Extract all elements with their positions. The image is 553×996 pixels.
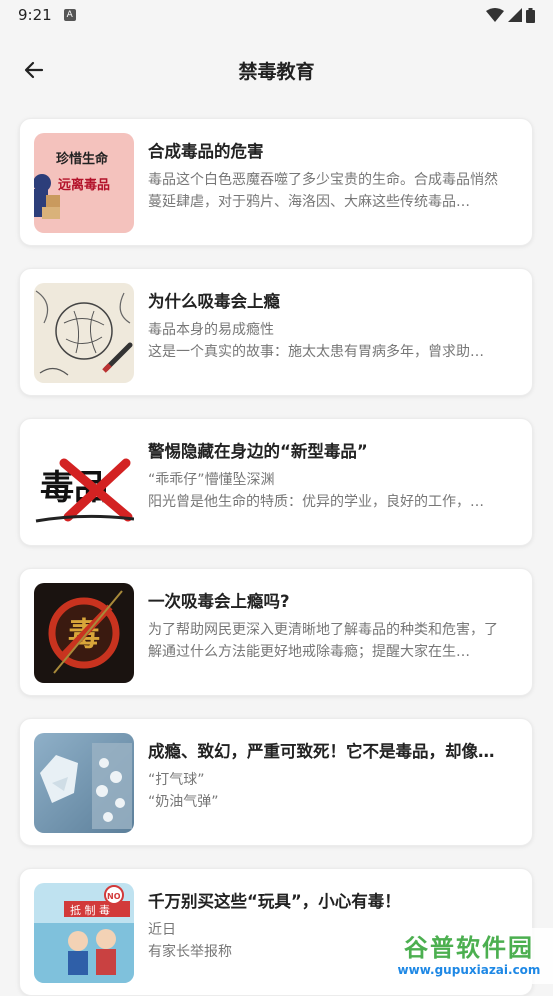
- article-desc: 这是一个真实的故事：施太太患有胃病多年，曾求助…: [148, 344, 484, 360]
- article-subtitle: “乖乖仔”懵懂坠深渊: [148, 472, 275, 488]
- article-card[interactable]: 为什么吸毒会上瘾 毒品本身的易成瘾性 这是一个真实的故事：施太太患有胃病多年，曾…: [19, 268, 533, 396]
- cartoon-image: 抵 制 毒 NO: [34, 883, 134, 983]
- card-text: 合成毒品的危害 毒品这个白色恶魔吞噬了多少宝贵的生命。合成毒品悄然蔓延肆虐，对于…: [148, 141, 503, 213]
- article-title: 一次吸毒会上瘾吗?: [148, 592, 290, 611]
- poster-sign-text: 抵 制 毒: [70, 903, 110, 917]
- article-thumbnail: 抵 制 毒 NO: [34, 883, 134, 983]
- article-title: 为什么吸毒会上瘾: [148, 292, 280, 311]
- poster-text-2: 远离毒品: [58, 177, 110, 193]
- no-drugs-image: 毒品: [34, 433, 134, 533]
- article-title: 千万别买这些“玩具”，小心有毒！: [148, 892, 401, 911]
- article-thumbnail: 珍惜生命 远离毒品: [34, 133, 134, 233]
- arrow-left-icon: [24, 61, 44, 79]
- article-thumbnail: 毒: [34, 583, 134, 683]
- wifi-icon: [486, 8, 504, 22]
- article-thumbnail: [34, 733, 134, 833]
- article-card[interactable]: 毒 一次吸毒会上瘾吗? 为了帮助网民更深入更清晰地了解毒品的种类和危害，了解通过…: [19, 568, 533, 696]
- card-text: 一次吸毒会上瘾吗? 为了帮助网民更深入更清晰地了解毒品的种类和危害，了解通过什么…: [148, 591, 503, 663]
- article-desc: 阳光曾是他生命的特质：优异的学业，良好的工作，…: [148, 494, 484, 510]
- battery-icon: [526, 7, 535, 23]
- drug-symbol-image: 毒: [34, 583, 134, 683]
- site-watermark: 谷普软件园 www.gupuxiazai.com: [385, 928, 553, 984]
- crystals-image: [34, 733, 134, 833]
- back-button[interactable]: [16, 52, 52, 88]
- article-subtitle: 毒品本身的易成瘾性: [148, 322, 274, 338]
- sketch-image: [34, 283, 134, 383]
- article-title: 警惕隐藏在身边的“新型毒品”: [148, 442, 368, 461]
- article-card[interactable]: 珍惜生命 远离毒品 合成毒品的危害 毒品这个白色恶魔吞噬了多少宝贵的生命。合成毒…: [19, 118, 533, 246]
- article-subtitle: “打气球”: [148, 772, 205, 788]
- no-badge-text: NO: [107, 892, 121, 901]
- article-desc: 为了帮助网民更深入更清晰地了解毒品的种类和危害，了解通过什么方法能更好地戒除毒瘾…: [148, 622, 498, 660]
- article-title: 合成毒品的危害: [148, 142, 264, 161]
- signal-icon: [508, 8, 522, 22]
- status-time: 9:21: [18, 6, 52, 24]
- article-title: 成瘾、致幻，严重可致死！它不是毒品，却像…: [148, 742, 495, 761]
- status-bar: 9:21 A: [0, 0, 553, 30]
- article-thumbnail: 毒品: [34, 433, 134, 533]
- page-title: 禁毒教育: [238, 60, 315, 83]
- notification-icon: A: [63, 9, 76, 21]
- article-desc: 毒品这个白色恶魔吞噬了多少宝贵的生命。合成毒品悄然蔓延肆虐，对于鸦片、海洛因、大…: [148, 172, 498, 210]
- article-card[interactable]: 成瘾、致幻，严重可致死！它不是毒品，却像… “打气球” “奶油气弹”: [19, 718, 533, 846]
- article-desc: “奶油气弹”: [148, 794, 219, 810]
- card-text: 成瘾、致幻，严重可致死！它不是毒品，却像… “打气球” “奶油气弹”: [148, 741, 503, 813]
- status-left: 9:21 A: [18, 6, 76, 24]
- poster-image: 珍惜生命 远离毒品: [34, 133, 134, 233]
- article-card[interactable]: 毒品 警惕隐藏在身边的“新型毒品” “乖乖仔”懵懂坠深渊 阳光曾是他生命的特质：…: [19, 418, 533, 546]
- watermark-url: www.gupuxiazai.com: [397, 963, 541, 977]
- app-bar: 禁毒教育: [0, 40, 553, 100]
- article-thumbnail: [34, 283, 134, 383]
- status-right: [486, 7, 535, 23]
- card-text: 为什么吸毒会上瘾 毒品本身的易成瘾性 这是一个真实的故事：施太太患有胃病多年，曾…: [148, 291, 503, 363]
- card-text: 警惕隐藏在身边的“新型毒品” “乖乖仔”懵懂坠深渊 阳光曾是他生命的特质：优异的…: [148, 441, 503, 513]
- poster-text-1: 珍惜生命: [56, 151, 109, 167]
- watermark-title: 谷普软件园: [404, 934, 534, 962]
